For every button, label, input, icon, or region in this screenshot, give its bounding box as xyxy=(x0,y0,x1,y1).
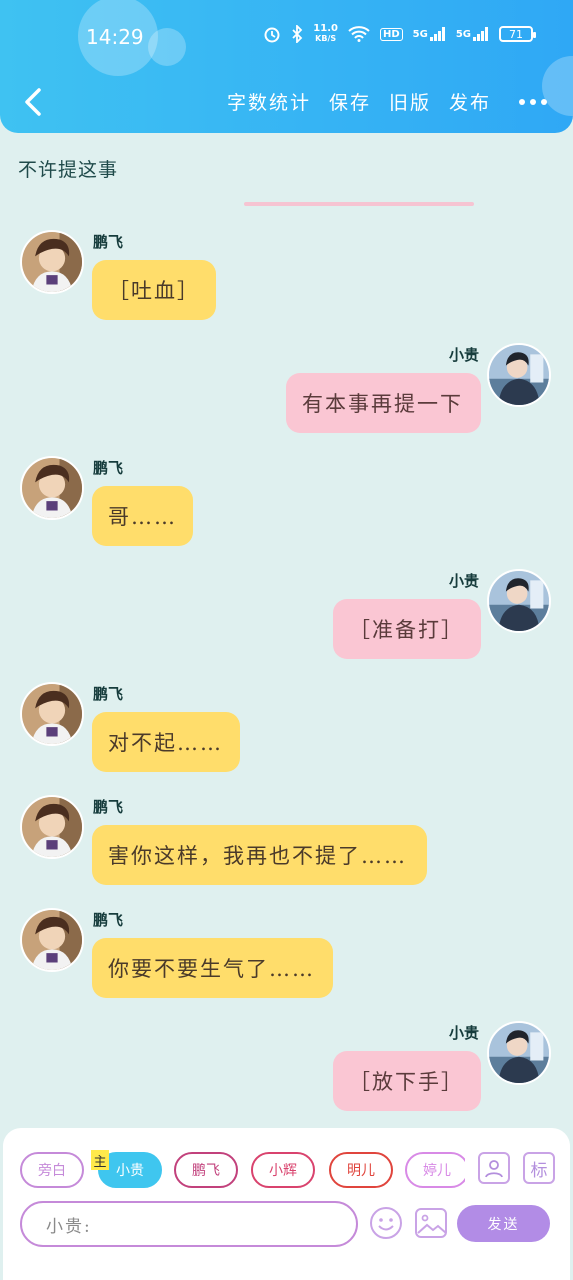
sender-name: 鹏飞 xyxy=(93,798,124,816)
net-speed-value: 11.0 xyxy=(313,23,338,34)
avatar[interactable] xyxy=(20,230,84,294)
message-bubble[interactable]: ［准备打］ xyxy=(333,599,481,659)
emoji-icon[interactable] xyxy=(369,1206,403,1240)
role-chip[interactable]: 婷儿 xyxy=(405,1152,465,1188)
decor-bubble xyxy=(148,28,186,66)
message-bubble[interactable]: 害你这样，我再也不提了…… xyxy=(92,825,427,885)
toolbar: 字数统计 保存 旧版 发布 xyxy=(227,88,573,115)
alarm-icon xyxy=(263,25,281,43)
signal-icon: 5G xyxy=(413,27,446,41)
avatar[interactable] xyxy=(20,795,84,859)
send-button[interactable]: 发送 xyxy=(457,1205,550,1242)
old-version-button[interactable]: 旧版 xyxy=(389,88,431,115)
sender-name: 鹏飞 xyxy=(93,911,124,929)
message-bubble[interactable]: 哥…… xyxy=(92,486,193,546)
publish-button[interactable]: 发布 xyxy=(449,88,491,115)
avatar[interactable] xyxy=(20,456,84,520)
save-button[interactable]: 保存 xyxy=(329,88,371,115)
message-bubble[interactable]: 有本事再提一下 xyxy=(286,373,481,433)
app-header: 14:29 11.0 KB/S HD 5G 5G 71 字数统计 保存 旧版 发布 xyxy=(0,0,573,133)
wifi-icon xyxy=(348,26,370,42)
main-role-tag: 主 xyxy=(91,1150,109,1170)
avatar[interactable] xyxy=(20,908,84,972)
net-speed-unit: KB/S xyxy=(315,34,337,43)
role-chip[interactable]: 鹏飞 xyxy=(174,1152,238,1188)
signal-label: 5G xyxy=(455,28,471,40)
sender-name: 小贵 xyxy=(448,346,479,364)
more-options-icon[interactable] xyxy=(519,98,547,105)
battery-icon: 71 xyxy=(499,26,536,42)
chevron-left-icon xyxy=(25,88,41,116)
sender-name: 小贵 xyxy=(448,1024,479,1042)
status-time: 14:29 xyxy=(86,25,144,49)
role-selector: 旁白 小贵 鹏飞 小辉 明儿 婷儿 xyxy=(20,1152,465,1190)
hd-icon: HD xyxy=(379,27,403,41)
status-icons: 11.0 KB/S HD 5G 5G 71 xyxy=(263,24,536,44)
role-chip[interactable]: 明儿 xyxy=(329,1152,393,1188)
divider-line xyxy=(244,202,474,206)
message-bubble[interactable]: ［吐血］ xyxy=(92,260,216,320)
mark-button[interactable]: 标 xyxy=(523,1152,555,1184)
composer-panel: 主 旁白 小贵 鹏飞 小辉 明儿 婷儿 标 小贵: 发送 xyxy=(3,1128,570,1280)
message-bubble[interactable]: 你要不要生气了…… xyxy=(92,938,333,998)
image-icon[interactable] xyxy=(414,1206,448,1240)
chat-title: 不许提这事 xyxy=(18,159,119,181)
message-bubble[interactable]: 对不起…… xyxy=(92,712,240,772)
avatar[interactable] xyxy=(487,569,551,633)
sender-name: 鹏飞 xyxy=(93,459,124,477)
bluetooth-icon xyxy=(291,25,303,43)
net-speed: 11.0 KB/S xyxy=(313,24,338,44)
sender-name: 鹏飞 xyxy=(93,233,124,251)
avatar[interactable] xyxy=(20,682,84,746)
signal-icon: 5G xyxy=(456,27,489,41)
word-count-button[interactable]: 字数统计 xyxy=(227,88,311,115)
sender-name: 鹏飞 xyxy=(93,685,124,703)
avatar[interactable] xyxy=(487,343,551,407)
back-button[interactable] xyxy=(18,84,48,120)
avatar[interactable] xyxy=(487,1021,551,1085)
message-bubble[interactable]: ［放下手］ xyxy=(333,1051,481,1111)
role-chip[interactable]: 旁白 xyxy=(20,1152,84,1188)
message-input[interactable]: 小贵: xyxy=(20,1201,358,1247)
signal-label: 5G xyxy=(412,28,428,40)
role-chip[interactable]: 小辉 xyxy=(251,1152,315,1188)
sender-name: 小贵 xyxy=(448,572,479,590)
add-role-icon[interactable] xyxy=(478,1152,510,1184)
